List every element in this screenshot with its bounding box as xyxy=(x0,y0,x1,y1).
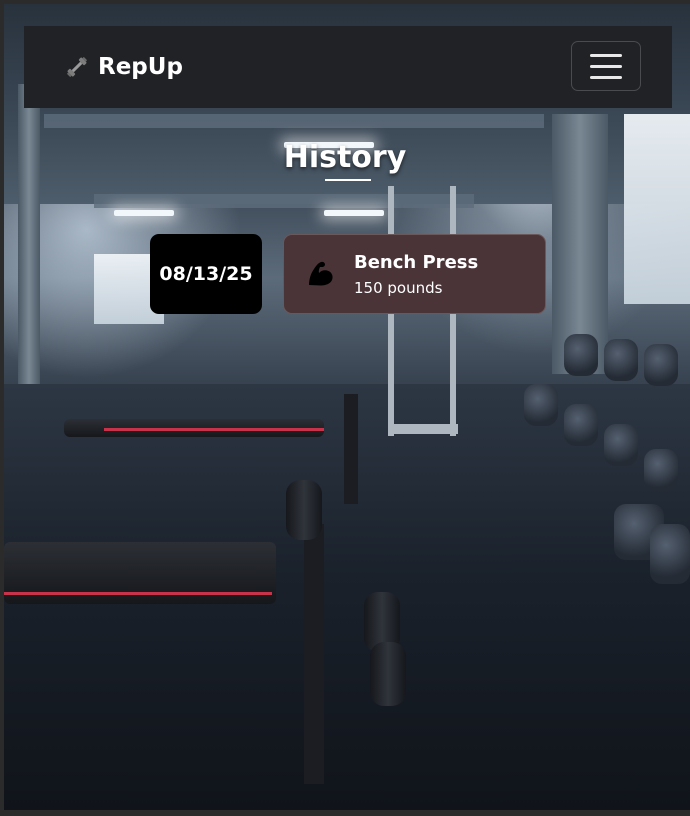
gym-background xyxy=(4,4,690,810)
history-date: 08/13/25 xyxy=(159,263,253,285)
history-entry-text: Bench Press 150 pounds xyxy=(354,252,478,297)
brand-link[interactable]: RepUp xyxy=(64,54,183,80)
navbar-toggle-button[interactable] xyxy=(571,41,641,91)
dumbbell-icon xyxy=(67,57,87,77)
exercise-name: Bench Press xyxy=(354,251,479,273)
history-entry-card[interactable]: Bench Press 150 pounds xyxy=(283,234,546,314)
navbar: RepUp xyxy=(24,26,672,108)
title-underline xyxy=(325,179,371,181)
hamburger-menu-icon xyxy=(590,53,622,57)
exercise-weight: 150 pounds xyxy=(354,278,443,297)
background-photo xyxy=(4,4,690,810)
flexed-biceps-icon xyxy=(309,261,333,286)
page-title: History xyxy=(283,140,407,175)
history-date-badge: 08/13/25 xyxy=(150,234,262,314)
brand-name: RepUp xyxy=(98,54,183,80)
